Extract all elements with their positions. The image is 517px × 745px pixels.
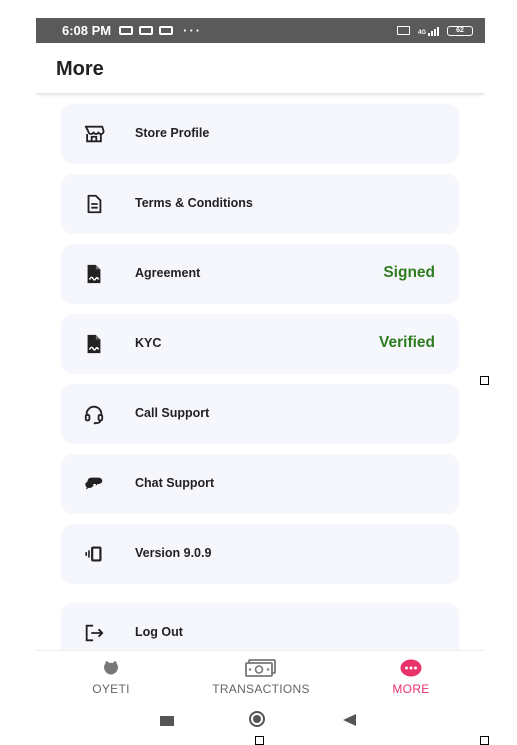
status-time: 6:08 PM bbox=[62, 23, 112, 38]
system-navigation-bar bbox=[36, 701, 485, 741]
menu-item-label: Store Profile bbox=[135, 126, 210, 140]
menu-item-chat-support[interactable]: Chat Support bbox=[61, 454, 459, 514]
headset-icon bbox=[84, 405, 104, 425]
oyeti-logo-icon bbox=[104, 661, 118, 675]
signature-file-icon bbox=[87, 264, 101, 284]
menu-item-label: Agreement bbox=[135, 266, 201, 280]
menu-item-label: Terms & Conditions bbox=[135, 196, 253, 210]
menu-item-terms[interactable]: Terms & Conditions bbox=[61, 174, 459, 234]
status-badge: Signed bbox=[383, 264, 435, 281]
more-notifications-icon: ··· bbox=[183, 23, 203, 38]
phone-screen: 6:08 PM ··· 4G 62 More Store Profile Ter… bbox=[36, 18, 485, 741]
network-type-label: 4G bbox=[417, 29, 426, 36]
phone-vibrate-icon bbox=[85, 546, 102, 562]
menu-item-label: KYC bbox=[135, 336, 162, 350]
signal-icon: 4G bbox=[418, 26, 439, 36]
document-icon bbox=[87, 194, 102, 214]
tab-label: MORE bbox=[392, 682, 430, 696]
app-notification-icon bbox=[159, 26, 174, 35]
tab-label: OYETI bbox=[92, 682, 130, 696]
selection-handle bbox=[480, 376, 489, 385]
status-bar: 6:08 PM ··· 4G 62 bbox=[36, 18, 485, 43]
chat-bubbles-icon bbox=[85, 477, 103, 490]
menu-item-agreement[interactable]: Agreement Signed bbox=[61, 244, 459, 304]
menu-item-version: Version 9.0.9 bbox=[61, 524, 459, 584]
menu-item-label: Chat Support bbox=[135, 476, 215, 490]
recent-apps-icon[interactable] bbox=[160, 716, 174, 726]
signature-file-icon bbox=[87, 334, 101, 354]
bottom-navigation: OYETI TRANSACTIONS MORE bbox=[36, 650, 485, 702]
volte-icon bbox=[396, 26, 410, 35]
menu-item-logout[interactable]: Log Out bbox=[61, 603, 459, 655]
tab-more[interactable]: MORE bbox=[381, 651, 441, 701]
status-badge: Verified bbox=[379, 334, 435, 351]
message-notification-icon bbox=[119, 26, 134, 35]
back-icon[interactable] bbox=[343, 714, 356, 726]
cash-icon bbox=[245, 659, 276, 677]
menu-list[interactable]: Store Profile Terms & Conditions Agreeme… bbox=[36, 95, 485, 655]
tab-oyeti[interactable]: OYETI bbox=[76, 651, 146, 701]
menu-item-label: Call Support bbox=[135, 406, 210, 420]
app-bar: More bbox=[36, 43, 485, 93]
tab-transactions[interactable]: TRANSACTIONS bbox=[201, 651, 321, 701]
more-dots-icon bbox=[400, 659, 422, 677]
battery-level: 62 bbox=[456, 26, 464, 34]
home-icon[interactable] bbox=[249, 711, 265, 727]
menu-item-label: Version 9.0.9 bbox=[135, 546, 212, 560]
logout-icon bbox=[85, 624, 104, 642]
menu-item-label: Log Out bbox=[135, 625, 183, 639]
menu-item-kyc[interactable]: KYC Verified bbox=[61, 314, 459, 374]
menu-item-store-profile[interactable]: Store Profile bbox=[61, 104, 459, 164]
store-icon bbox=[84, 125, 105, 143]
page-title: More bbox=[56, 58, 104, 80]
menu-item-call-support[interactable]: Call Support bbox=[61, 384, 459, 444]
tab-label: TRANSACTIONS bbox=[212, 682, 310, 696]
battery-icon: 62 bbox=[447, 25, 473, 36]
message-notification-icon bbox=[139, 26, 154, 35]
